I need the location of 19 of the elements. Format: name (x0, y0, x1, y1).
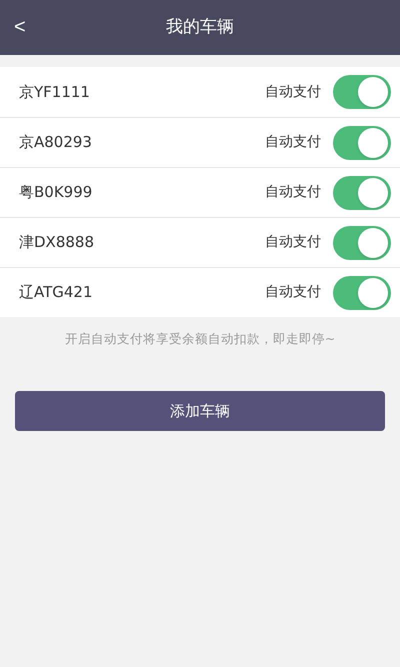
toggle-switch[interactable] (333, 126, 391, 160)
plate-number: 粤B0K999 (19, 182, 92, 204)
plate-number: 津DX8888 (19, 232, 94, 254)
toggle-label: 自动支付 (265, 183, 321, 202)
toggle-label: 自动支付 (265, 133, 321, 152)
toggle-switch[interactable] (333, 176, 391, 210)
note-text: 开启自动支付将享受余额自动扣款，即走即停~ (64, 330, 336, 348)
page-title: 我的车辆 (166, 16, 234, 39)
toggle-label: 自动支付 (265, 283, 321, 302)
plate-number: 辽ATG421 (19, 282, 93, 304)
toggle-label: 自动支付 (265, 82, 321, 102)
plate-number: 京A80293 (19, 132, 92, 154)
plate-number: 京YF1111 (19, 82, 90, 103)
toggle-switch[interactable] (333, 75, 391, 109)
back-button[interactable]: < (10, 12, 30, 42)
toggle-switch[interactable] (333, 276, 391, 310)
toggle-label: 自动支付 (265, 233, 321, 252)
add-vehicle-button[interactable]: 添加车辆 (15, 390, 385, 431)
toggle-switch[interactable] (333, 226, 391, 260)
